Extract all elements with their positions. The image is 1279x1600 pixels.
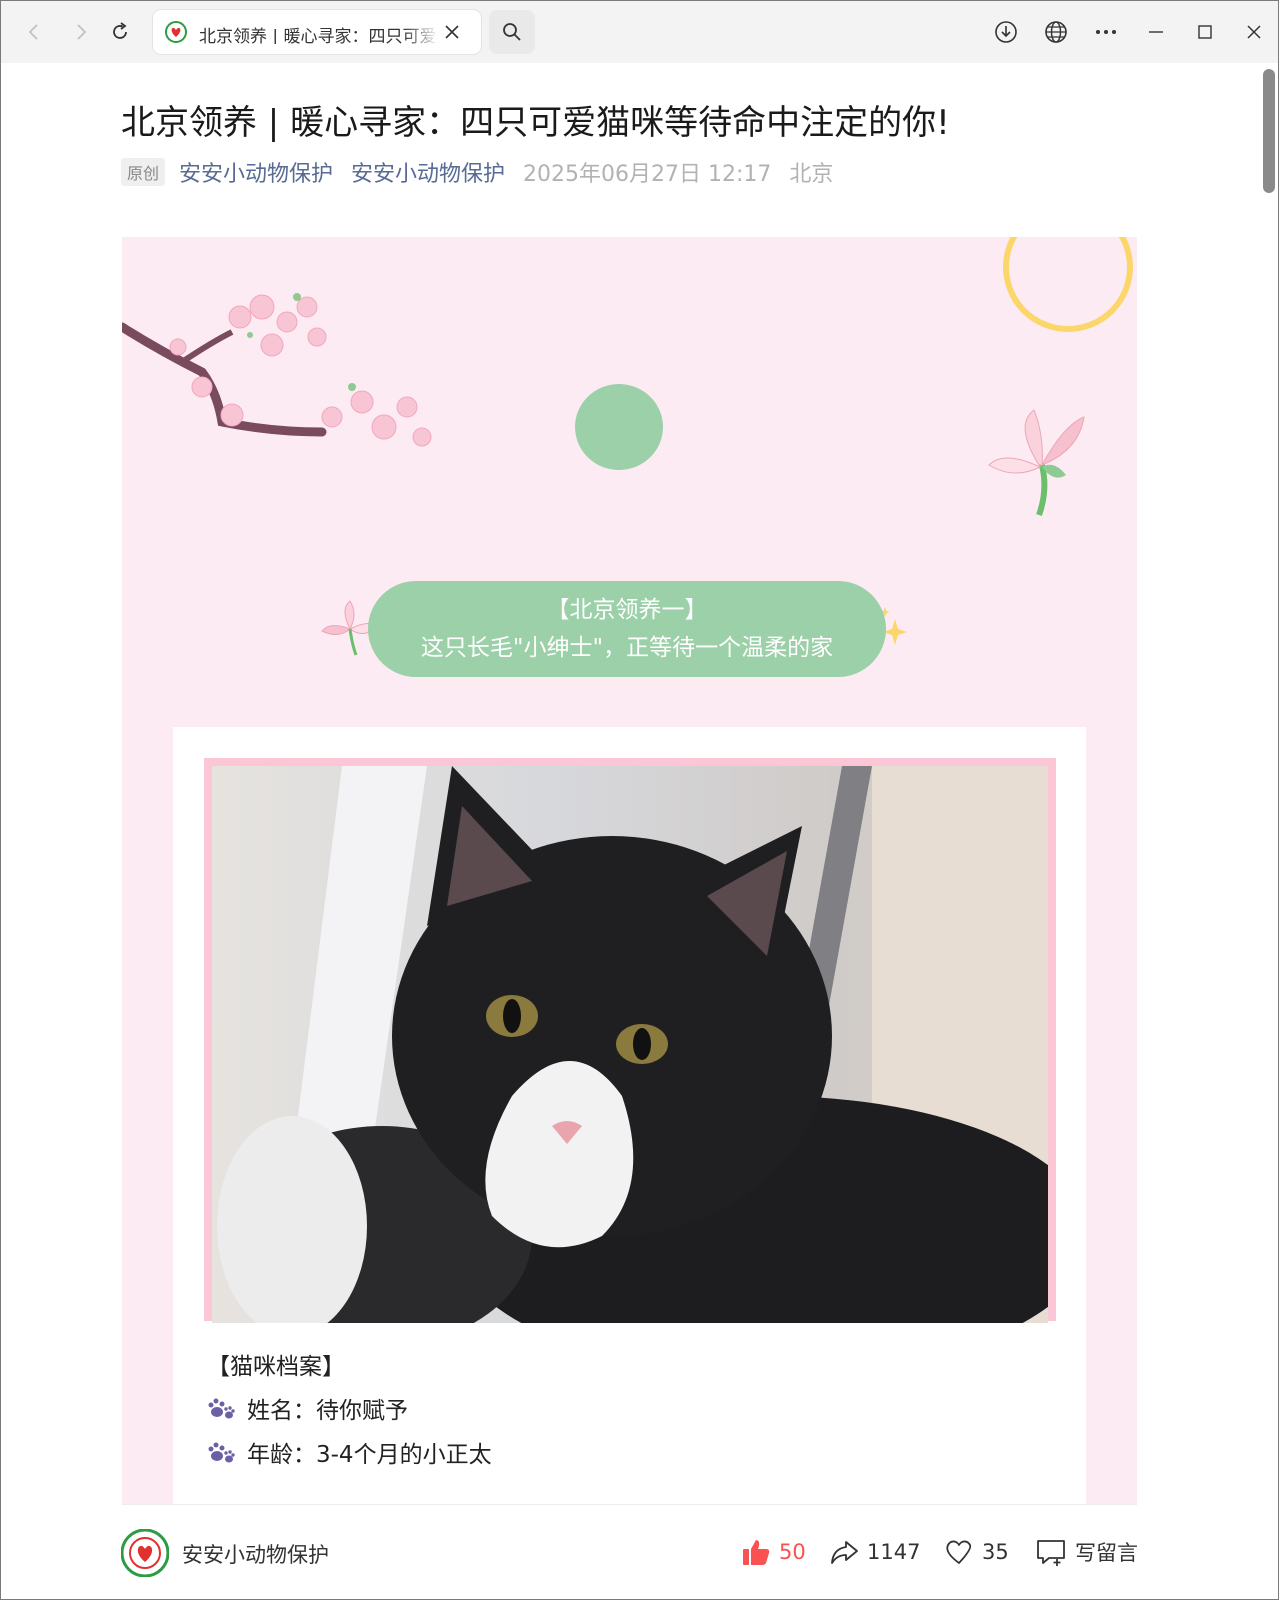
publish-location: 北京 <box>789 162 834 187</box>
profile-item-text: 年龄：3-4个月的小正太 <box>247 1442 492 1468</box>
author-link[interactable]: 安安小动物保护 <box>179 156 333 188</box>
cat-profile-card: 【猫咪档案】 姓名：待你赋予 年龄：3-4个月的小正太 <box>173 727 1086 1567</box>
cherry-blossom-branch-icon <box>122 293 432 447</box>
tab-title: 北京领养 | 暖心寻家：四只可爱猫咪等待命中注定的你! <box>199 27 439 44</box>
browser-window: 北京领养 | 暖心寻家：四只可爱猫咪等待命中注定的你! 北京领养 | 暖心寻家：… <box>0 0 1279 1600</box>
cat-photo <box>212 766 1048 1323</box>
share-arrow-icon <box>831 1541 858 1564</box>
green-dot-decoration-icon <box>575 384 663 470</box>
profile-item-age: 年龄：3-4个月的小正太 <box>207 1435 492 1469</box>
search-icon <box>503 23 521 41</box>
forward-arrow-icon <box>77 24 87 40</box>
share-count: 1147 <box>867 1540 921 1564</box>
back-button[interactable] <box>19 17 49 47</box>
more-dots-icon <box>1096 30 1116 34</box>
active-tab[interactable]: 北京领养 | 暖心寻家：四只可爱猫咪等待命中注定的你! <box>153 10 481 54</box>
account-link[interactable]: 安安小动物保护 <box>351 156 505 188</box>
bubble-line2: 这只长毛"小绅士"，正等待一个温柔的家 <box>420 635 834 661</box>
favorite-button[interactable]: 35 <box>944 1534 1009 1570</box>
comment-icon <box>1037 1540 1065 1566</box>
account-name[interactable]: 安安小动物保护 <box>182 1539 329 1569</box>
divider <box>122 1504 1137 1505</box>
scrollbar-thumb[interactable] <box>1263 69 1275 193</box>
share-button[interactable]: 1147 <box>829 1534 920 1570</box>
download-button[interactable] <box>991 17 1021 47</box>
photo-frame <box>204 758 1056 1323</box>
yellow-ring-decoration-icon <box>1003 237 1133 332</box>
paw-icon <box>208 1398 235 1419</box>
cat-photo-illustration <box>212 766 1048 1323</box>
lily-flower-icon <box>988 409 1085 517</box>
publish-date: 2025年06月27日 12:17 <box>523 162 772 187</box>
translate-button[interactable] <box>1041 17 1071 47</box>
minimize-icon <box>1149 31 1163 33</box>
globe-icon <box>1045 21 1067 43</box>
thumbs-up-icon <box>743 1540 770 1565</box>
adoption-poster: 【北京领养一】 这只长毛"小绅士"，正等待一个温柔的家 【猫咪档案】 姓名：待你… <box>122 237 1137 1567</box>
profile-heading: 【猫咪档案】 <box>207 1354 345 1380</box>
back-arrow-icon <box>28 24 38 40</box>
comment-label: 写留言 <box>1075 1541 1138 1565</box>
paw-icon <box>208 1442 235 1463</box>
close-tab-icon[interactable] <box>443 23 461 41</box>
search-button[interactable] <box>489 10 535 54</box>
profile-item-name: 姓名：待你赋予 <box>207 1391 408 1425</box>
article-content: 北京领养 | 暖心寻家：四只可爱猫咪等待命中注定的你! 原创 安安小动物保护 安… <box>1 63 1278 1599</box>
more-button[interactable] <box>1091 17 1121 47</box>
download-icon <box>995 21 1017 43</box>
maximize-button[interactable] <box>1190 17 1220 47</box>
article-action-bar: 安安小动物保护 50 1147 35 写留言 <box>1 1504 1278 1599</box>
title-bubble: 【北京领养一】 这只长毛"小绅士"，正等待一个温柔的家 <box>368 581 886 677</box>
forward-button[interactable] <box>66 17 96 47</box>
original-badge: 原创 <box>121 158 166 186</box>
minimize-button[interactable] <box>1141 17 1171 47</box>
close-icon <box>1247 25 1261 39</box>
heart-icon <box>946 1540 972 1564</box>
maximize-icon <box>1198 25 1212 39</box>
scrollbar-track[interactable] <box>1261 63 1278 1599</box>
bubble-line1: 【北京领养一】 <box>546 597 708 623</box>
reload-button[interactable] <box>105 17 135 47</box>
like-count: 50 <box>779 1540 806 1564</box>
reload-icon <box>113 22 127 39</box>
favorite-count: 35 <box>982 1540 1009 1564</box>
account-avatar[interactable] <box>121 1529 169 1577</box>
close-window-button[interactable] <box>1239 17 1269 47</box>
browser-toolbar: 北京领养 | 暖心寻家：四只可爱猫咪等待命中注定的你! <box>1 1 1278 63</box>
site-favicon-icon <box>165 21 187 43</box>
like-button[interactable]: 50 <box>741 1534 806 1570</box>
comment-button[interactable]: 写留言 <box>1035 1534 1138 1570</box>
profile-item-text: 姓名：待你赋予 <box>247 1398 408 1424</box>
article-meta: 原创 安安小动物保护 安安小动物保护 2025年06月27日 12:17 北京 <box>121 157 833 187</box>
article-title: 北京领养 | 暖心寻家：四只可爱猫咪等待命中注定的你! <box>121 103 950 143</box>
